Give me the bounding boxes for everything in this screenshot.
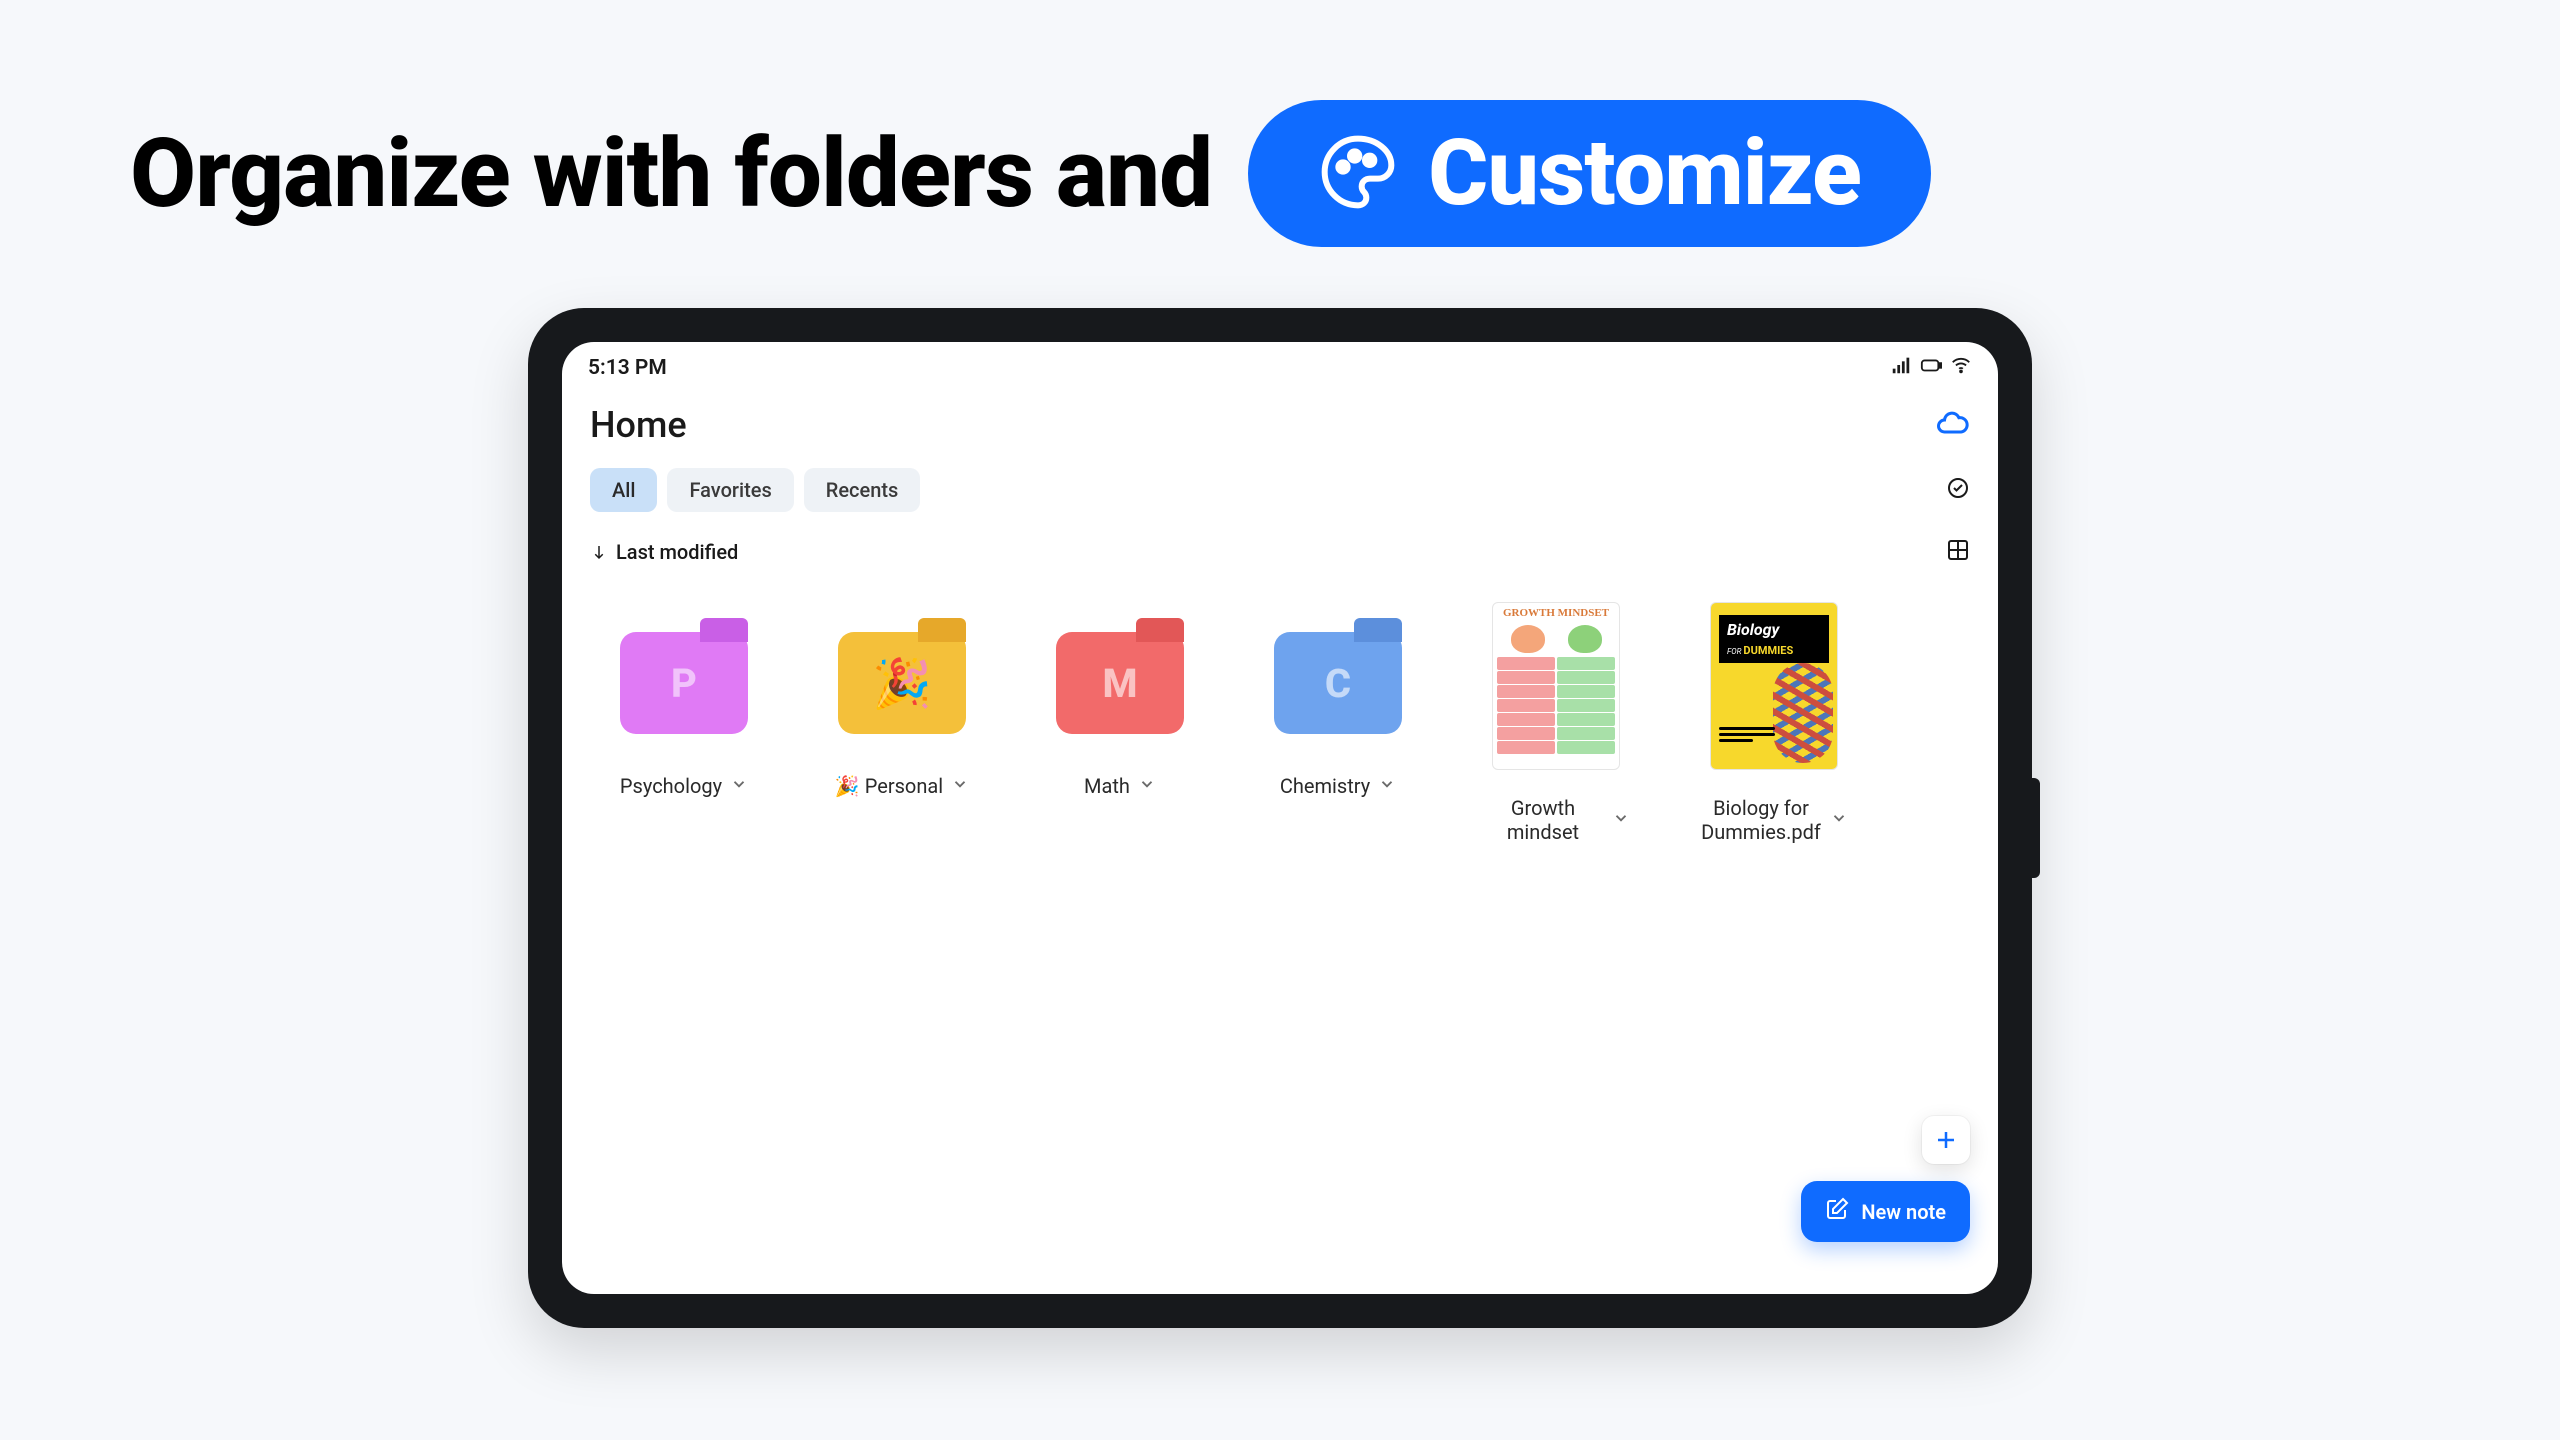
folder-personal[interactable]: 🎉 🎉 Personal xyxy=(828,602,976,844)
wifi-icon xyxy=(1950,354,1972,382)
headline-text: Organize with folders and xyxy=(130,118,1212,230)
folder-math[interactable]: M Math xyxy=(1046,602,1194,844)
tablet-frame: 5:13 PM Home xyxy=(528,308,2032,1328)
folder-chemistry[interactable]: C Chemistry xyxy=(1264,602,1412,844)
chevron-down-icon[interactable] xyxy=(1138,775,1156,797)
doc-growth-mindset[interactable]: GROWTH MINDSET xyxy=(1482,602,1630,844)
customize-pill: Customize xyxy=(1248,100,1931,247)
status-time: 5:13 PM xyxy=(588,356,667,380)
document-thumbnail: Biology FORDUMMIES xyxy=(1710,602,1838,770)
tablet-power-button xyxy=(2032,778,2040,878)
view-toggle-button[interactable] xyxy=(1946,538,1970,566)
add-button[interactable] xyxy=(1922,1116,1970,1164)
compose-icon xyxy=(1825,1197,1849,1226)
doc-biology-dummies[interactable]: Biology FORDUMMIES Biology for Dummies.p… xyxy=(1700,602,1848,844)
document-thumbnail: GROWTH MINDSET xyxy=(1492,602,1620,770)
tab-recents[interactable]: Recents xyxy=(804,468,921,512)
document-label: Growth mindset xyxy=(1482,796,1604,844)
select-mode-button[interactable] xyxy=(1946,476,1970,504)
tab-all[interactable]: All xyxy=(590,468,657,512)
chevron-down-icon[interactable] xyxy=(1830,809,1848,831)
tab-favorites[interactable]: Favorites xyxy=(667,468,793,512)
palette-icon xyxy=(1318,132,1398,216)
document-label: Biology for Dummies.pdf xyxy=(1700,796,1822,844)
customize-pill-label: Customize xyxy=(1428,120,1861,227)
folder-label: Chemistry xyxy=(1280,774,1370,798)
folder-label: Psychology xyxy=(620,774,722,798)
items-grid: P Psychology 🎉 🎉 Personal xyxy=(590,602,1970,844)
chevron-down-icon[interactable] xyxy=(1612,809,1630,831)
sort-button[interactable]: Last modified xyxy=(590,540,738,564)
folder-icon: M xyxy=(1056,632,1184,734)
hero-headline: Organize with folders and Customize xyxy=(130,100,2430,247)
new-note-button[interactable]: New note xyxy=(1801,1181,1970,1242)
chevron-down-icon[interactable] xyxy=(951,775,969,797)
status-icons xyxy=(1890,354,1972,382)
folder-label: 🎉 Personal xyxy=(835,774,943,798)
status-bar: 5:13 PM xyxy=(562,342,1998,394)
folder-icon: C xyxy=(1274,632,1402,734)
sort-label: Last modified xyxy=(616,540,738,564)
folder-label: Math xyxy=(1084,774,1130,798)
chevron-down-icon[interactable] xyxy=(730,775,748,797)
cloud-sync-button[interactable] xyxy=(1934,405,1970,445)
page-title: Home xyxy=(590,404,687,446)
chevron-down-icon[interactable] xyxy=(1378,775,1396,797)
folder-psychology[interactable]: P Psychology xyxy=(610,602,758,844)
folder-icon: P xyxy=(620,632,748,734)
signal-icon xyxy=(1890,354,1912,382)
battery-icon xyxy=(1920,354,1942,382)
new-note-label: New note xyxy=(1861,1200,1946,1224)
filter-tabs: All Favorites Recents xyxy=(590,468,920,512)
folder-icon: 🎉 xyxy=(838,632,966,734)
tablet-screen: 5:13 PM Home xyxy=(562,342,1998,1294)
